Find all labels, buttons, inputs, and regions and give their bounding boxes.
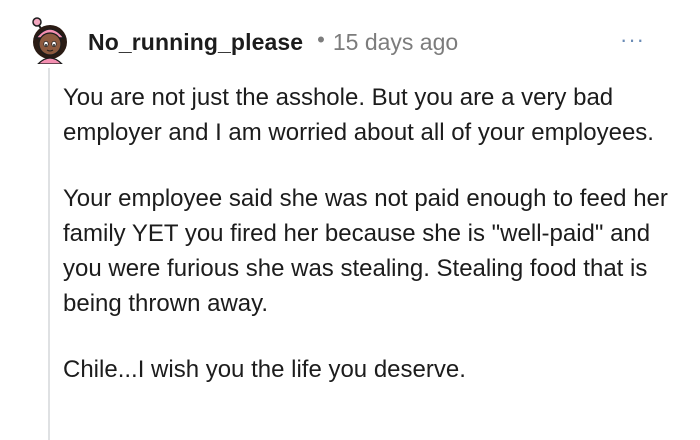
thread-line[interactable] (48, 68, 50, 440)
comment-body: You are not just the asshole. But you ar… (63, 80, 673, 418)
username[interactable]: No_running_please (88, 29, 303, 56)
timestamp[interactable]: 15 days ago (333, 29, 458, 56)
comment-header: No_running_please • 15 days ago (88, 26, 458, 58)
comment-paragraph: Chile...I wish you the life you deserve. (63, 356, 466, 383)
user-avatar[interactable] (30, 14, 70, 64)
comment-paragraph: Your employee said she was not paid enou… (63, 185, 668, 317)
separator-dot: • (317, 27, 325, 52)
comment-paragraph: You are not just the asshole. But you ar… (63, 84, 654, 146)
comment: No_running_please • 15 days ago ··· You … (0, 0, 700, 440)
more-options-icon[interactable]: ··· (620, 29, 645, 51)
